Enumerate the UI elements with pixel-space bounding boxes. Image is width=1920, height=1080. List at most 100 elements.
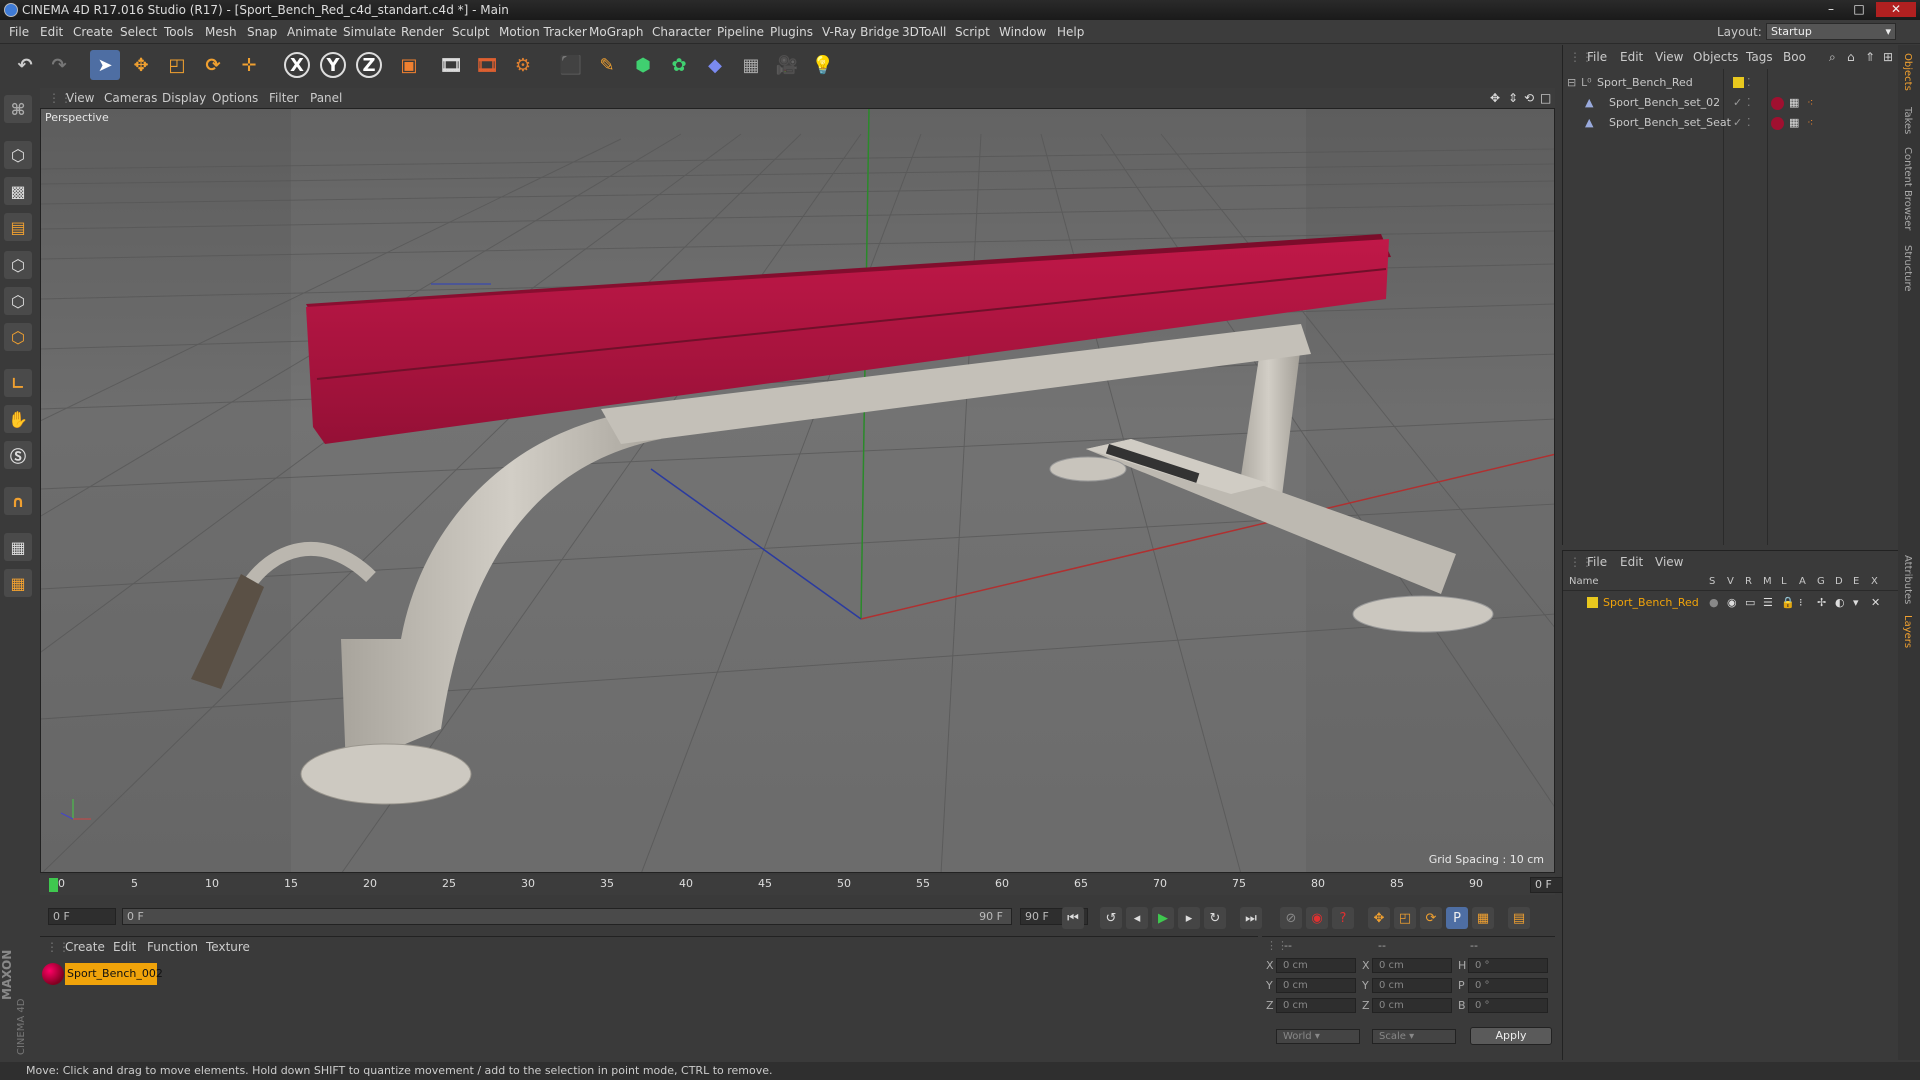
layer-menu-file[interactable]: File xyxy=(1587,555,1607,569)
tab-layers[interactable]: Layers xyxy=(1902,615,1913,648)
menu-render[interactable]: Render xyxy=(401,20,444,44)
tab-takes[interactable]: Takes xyxy=(1902,107,1913,134)
render-settings-icon[interactable]: ⚙ xyxy=(508,50,538,80)
material-item[interactable]: Sport_Bench_002 xyxy=(65,963,163,985)
tab-structure[interactable]: Structure xyxy=(1902,245,1913,292)
search-icon[interactable]: ⌕ xyxy=(1829,45,1836,69)
menu-edit[interactable]: Edit xyxy=(40,20,63,44)
object-menu-tags[interactable]: Tags xyxy=(1746,45,1773,69)
preview-range-slider[interactable]: 0 F 90 F xyxy=(122,908,1012,925)
go-to-end-icon[interactable]: ⏭ xyxy=(1240,907,1262,929)
object-row[interactable]: ▲ Sport_Bench_set_Seat ✓ ⁚ ▦ ⁖ xyxy=(1563,113,1893,132)
coordinate-space-select[interactable]: World ▾ xyxy=(1276,1029,1360,1044)
expressions-icon[interactable]: ▾ xyxy=(1853,593,1859,612)
viewport-menu-display[interactable]: Display xyxy=(162,88,206,108)
menu-mograph[interactable]: MoGraph xyxy=(589,20,644,44)
tab-content-browser[interactable]: Content Browser xyxy=(1902,147,1913,230)
arrow-up-icon[interactable]: ⇑ xyxy=(1865,45,1875,69)
keyframe-selection-icon[interactable]: ? xyxy=(1332,907,1354,929)
autokey-icon[interactable]: ◉ xyxy=(1306,907,1328,929)
snap-icon[interactable]: Ⓢ xyxy=(4,441,32,469)
menu-character[interactable]: Character xyxy=(652,20,711,44)
menu-sculpt[interactable]: Sculpt xyxy=(452,20,489,44)
key-pla-icon[interactable]: ▦ xyxy=(1472,907,1494,929)
select-arrow-icon[interactable]: ➤ xyxy=(90,50,120,80)
apply-button[interactable]: Apply xyxy=(1470,1027,1552,1045)
workplane-icon[interactable]: ▤ xyxy=(4,213,32,241)
phong-tag-icon[interactable]: ⁖ xyxy=(1807,93,1813,112)
key-rotation-icon[interactable]: ⟳ xyxy=(1420,907,1442,929)
object-menu-bookmarks[interactable]: Boo xyxy=(1783,45,1806,69)
tweak-mode-icon[interactable]: ✋ xyxy=(4,405,32,433)
menu-simulate[interactable]: Simulate xyxy=(343,20,396,44)
pos-z-field[interactable]: 0 cm xyxy=(1276,998,1356,1013)
viewport-nav-zoom-icon[interactable]: ⇕ xyxy=(1508,88,1518,108)
rotate-tool-icon[interactable]: ⟳ xyxy=(198,50,228,80)
render-view-icon[interactable]: 🎞 xyxy=(436,50,466,80)
home-icon[interactable]: ⌂ xyxy=(1847,45,1855,69)
menu-help[interactable]: Help xyxy=(1057,20,1084,44)
object-menu-view[interactable]: View xyxy=(1655,45,1683,69)
render-picture-viewer-icon[interactable]: 🎞 xyxy=(472,50,502,80)
menu-mesh[interactable]: Mesh xyxy=(205,20,237,44)
camera-icon[interactable]: 🎥 xyxy=(772,50,802,80)
deformers-icon[interactable]: ◐ xyxy=(1835,593,1845,612)
edges-mode-icon[interactable]: ⬡ xyxy=(4,287,32,315)
menu-tools[interactable]: Tools xyxy=(164,20,194,44)
subdivision-surface-icon[interactable]: ⬢ xyxy=(628,50,658,80)
tab-objects[interactable]: Objects xyxy=(1902,53,1913,91)
uvw-tag-icon[interactable]: ▦ xyxy=(1789,113,1799,132)
undo-icon[interactable]: ↶ xyxy=(10,50,40,80)
solo-icon[interactable]: ● xyxy=(1709,593,1719,612)
render-icon[interactable]: ▭ xyxy=(1745,593,1755,612)
menu-create[interactable]: Create xyxy=(73,20,113,44)
cloner-icon[interactable]: ✿ xyxy=(664,50,694,80)
pos-y-field[interactable]: 0 cm xyxy=(1276,978,1356,993)
layer-color-tag[interactable] xyxy=(1733,77,1744,88)
key-position-icon[interactable]: ✥ xyxy=(1368,907,1390,929)
lock-icon[interactable]: 🔒 xyxy=(1781,593,1795,612)
floor-icon[interactable]: ▦ xyxy=(736,50,766,80)
object-menu-file[interactable]: File xyxy=(1587,45,1607,69)
viewport-menu-view[interactable]: View xyxy=(66,88,94,108)
minimize-icon[interactable]: – xyxy=(1818,2,1844,17)
points-mode-icon[interactable]: ⬡ xyxy=(4,251,32,279)
menu-pipeline[interactable]: Pipeline xyxy=(717,20,764,44)
maximize-icon[interactable]: □ xyxy=(1846,2,1872,17)
rot-h-field[interactable]: 0 ° xyxy=(1468,958,1548,973)
collapse-icon[interactable]: ⊟ xyxy=(1567,73,1576,92)
next-frame-icon[interactable]: ▸ xyxy=(1178,907,1200,929)
object-menu-objects[interactable]: Objects xyxy=(1693,45,1738,69)
phong-tag-icon[interactable]: ⁖ xyxy=(1807,113,1813,132)
viewport-menu-options[interactable]: Options xyxy=(212,88,258,108)
rot-p-field[interactable]: 0 ° xyxy=(1468,978,1548,993)
make-editable-icon[interactable]: ⌘ xyxy=(4,95,32,123)
animation-icon[interactable]: ⁝ xyxy=(1799,593,1803,612)
previous-key-icon[interactable]: ↺ xyxy=(1100,907,1122,929)
layer-menu-edit[interactable]: Edit xyxy=(1620,555,1643,569)
z-axis-button[interactable]: Z xyxy=(356,52,382,78)
menu-snap[interactable]: Snap xyxy=(247,20,277,44)
material-menu-texture[interactable]: Texture xyxy=(206,937,250,957)
layout-select[interactable]: Startup ▾ xyxy=(1766,23,1896,40)
viewport-menu-panel[interactable]: Panel xyxy=(310,88,342,108)
view-icon[interactable]: ◉ xyxy=(1727,593,1737,612)
next-key-icon[interactable]: ↻ xyxy=(1204,907,1226,929)
size-z-field[interactable]: 0 cm xyxy=(1372,998,1452,1013)
planar-workplane-icon[interactable]: ▦ xyxy=(4,569,32,597)
key-scale-icon[interactable]: ◰ xyxy=(1394,907,1416,929)
redo-icon[interactable]: ↷ xyxy=(44,50,74,80)
layer-menu-view[interactable]: View xyxy=(1655,555,1683,569)
axis-mode-icon[interactable]: ∟ xyxy=(4,369,32,397)
timeline-window-icon[interactable]: ▤ xyxy=(1508,907,1530,929)
material-menu-edit[interactable]: Edit xyxy=(113,937,136,957)
polygons-mode-icon[interactable]: ⬡ xyxy=(4,323,32,351)
object-row[interactable]: ▲ Sport_Bench_set_02 ✓ ⁚ ▦ ⁖ xyxy=(1563,93,1893,112)
menu-script[interactable]: Script xyxy=(955,20,990,44)
material-menu-create[interactable]: Create xyxy=(65,937,105,957)
generators-icon[interactable]: ✢ xyxy=(1817,593,1826,612)
edit-checkbox-icon[interactable]: ✓ xyxy=(1733,113,1742,132)
previous-frame-icon[interactable]: ◂ xyxy=(1126,907,1148,929)
model-mode-icon[interactable]: ⬡ xyxy=(4,141,32,169)
key-parameter-icon[interactable]: P xyxy=(1446,907,1468,929)
